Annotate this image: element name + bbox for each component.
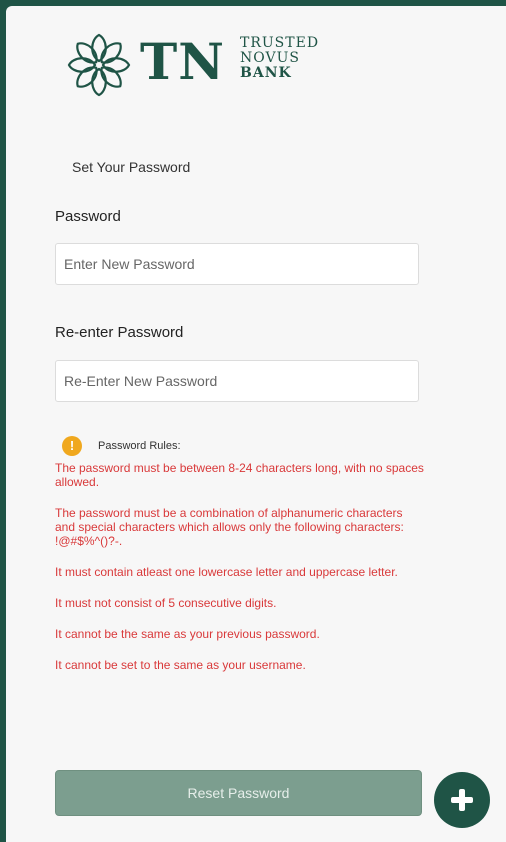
- password-input[interactable]: [55, 243, 419, 285]
- plus-icon: [451, 789, 473, 811]
- reset-password-button[interactable]: Reset Password: [55, 770, 422, 816]
- add-button[interactable]: [434, 772, 490, 828]
- password-rule: It must contain atleast one lowercase le…: [55, 565, 398, 579]
- password-rules-title: Password Rules:: [98, 440, 181, 452]
- page-title: Set Your Password: [72, 159, 191, 175]
- info-icon: !: [62, 436, 82, 456]
- password-label: Password: [55, 208, 121, 225]
- logo-word-bank: BANK: [240, 65, 292, 81]
- password-rule: It cannot be set to the same as your use…: [55, 658, 306, 672]
- password-card: TN TRUSTED NOVUS BANK Set Your Password …: [6, 6, 506, 842]
- password-rule: The password must be between 8-24 charac…: [55, 461, 424, 489]
- logo-word-novus: NOVUS: [240, 50, 300, 66]
- confirm-password-input[interactable]: [55, 360, 419, 402]
- confirm-password-label: Re-enter Password: [55, 324, 184, 341]
- password-rule: The password must be a combination of al…: [55, 506, 404, 548]
- flower-logo-icon: [67, 33, 131, 97]
- logo-word-trusted: TRUSTED: [240, 35, 320, 51]
- password-rule: It must not consist of 5 consecutive dig…: [55, 596, 277, 610]
- password-rules-list: The password must be between 8-24 charac…: [55, 461, 425, 689]
- logo-letters: TN: [140, 32, 225, 91]
- logo-wordmark: TRUSTED NOVUS BANK: [240, 36, 319, 81]
- password-rule: It cannot be the same as your previous p…: [55, 627, 320, 641]
